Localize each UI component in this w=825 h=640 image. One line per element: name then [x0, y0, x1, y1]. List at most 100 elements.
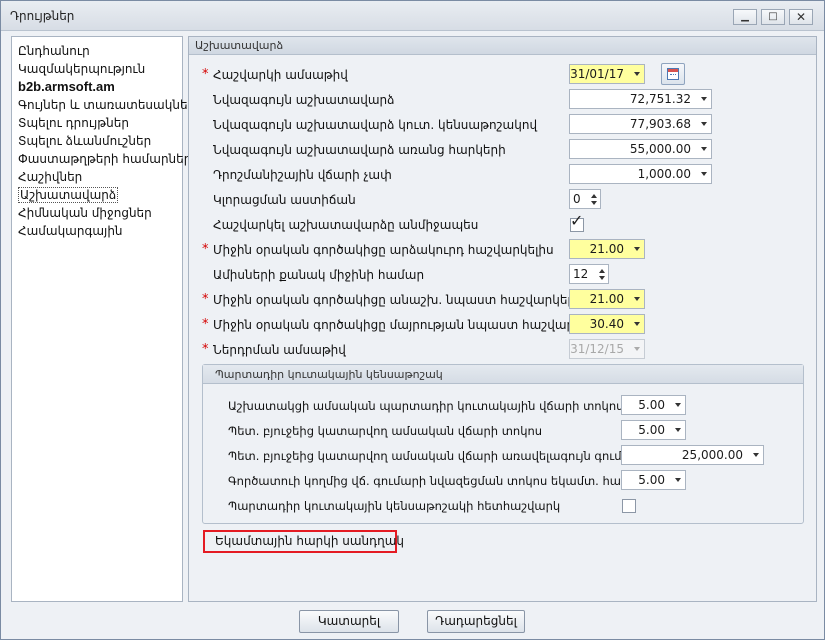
stamp-fee-field[interactable]: 1,000.00 [569, 164, 712, 184]
sidebar-item-general[interactable]: Ընդհանուր [12, 42, 182, 60]
min-salary-pension-row: Նվազագույն աշխատավարձ կուտ. կենսաթոշակով… [189, 113, 816, 137]
state-rate-label: Պետ. բյուջեից կատարվող ամսական վճարի տոկ… [228, 424, 543, 438]
state-cap-row: Պետ. բյուջեից կատարվող ամսական վճարի առա… [203, 444, 803, 468]
chevron-down-icon [634, 347, 640, 351]
sidebar-item-accounts[interactable]: Հաշիվներ [12, 168, 182, 186]
sidebar-item-document-numbers[interactable]: Փաստաթղթերի համարներ [12, 150, 191, 168]
state-cap-label: Պետ. բյուջեից կատարվող ամսական վճարի առա… [228, 449, 641, 463]
avg-daily-vacation-row: * Միջին օրական գործակիցը արձակուրդ հաշվա… [189, 238, 816, 262]
chevron-down-icon [634, 322, 640, 326]
avg-daily-vacation-field[interactable]: 21.00 [569, 239, 645, 259]
months-count-stepper[interactable]: 12 [569, 264, 609, 284]
settings-sidebar: Ընդհանուր Կազմակերպություն b2b.armsoft.a… [11, 36, 195, 602]
monitoring-checkbox[interactable] [622, 499, 636, 513]
chevron-down-icon [701, 122, 707, 126]
state-rate-field[interactable]: 5.00 [621, 420, 686, 440]
maximize-icon: □ [768, 11, 778, 22]
min-salary-no-tax-field[interactable]: 55,000.00 [569, 139, 712, 159]
pension-group: Պարտադիր կուտակային կենսաթոշակ Աշխատակցի… [202, 364, 804, 524]
required-marker: * [202, 242, 209, 257]
min-salary-no-tax-row: Նվազագույն աշխատավարձ առանց հարկերի 55,0… [189, 138, 816, 162]
spin-up-icon[interactable] [591, 194, 597, 198]
cancel-button[interactable]: Դադարեցնել [427, 610, 525, 633]
minimize-icon: ▁ [741, 11, 749, 22]
chevron-down-icon [753, 453, 759, 457]
min-salary-row: Նվազագույն աշխատավարձ 72,751.32 [189, 88, 816, 112]
ok-button[interactable]: Կատարել [299, 610, 399, 633]
chevron-down-icon [675, 428, 681, 432]
settings-window: Դրույթներ ▁ □ ✕ Ընդհանուր Կազմակերպությո… [0, 0, 825, 640]
months-count-label: Ամիսների քանակ միջինի համար [213, 268, 425, 282]
sidebar-item-print-settings[interactable]: Տպելու դրույթներ [12, 114, 182, 132]
rounding-row: Կլորացման աստիճան 0 [189, 188, 816, 212]
employee-rate-field[interactable]: 5.00 [621, 395, 686, 415]
calc-immediately-row: Հաշվարկել աշխատավարձը անմիջապես ✓ [189, 213, 816, 237]
checkmark-icon: ✓ [570, 211, 584, 230]
income-tax-scale-link[interactable]: Եկամտային հարկի սանդղակ [203, 530, 404, 553]
avg-daily-maternity-field[interactable]: 30.40 [569, 314, 645, 334]
min-salary-field[interactable]: 72,751.32 [569, 89, 712, 109]
chevron-down-icon [675, 478, 681, 482]
rounding-label: Կլորացման աստիճան [213, 193, 356, 207]
employee-rate-row: Աշխատակցի ամսական պարտադիր կուտակային վճ… [203, 394, 803, 418]
chevron-down-icon [701, 147, 707, 151]
stamp-fee-row: Դրոշմանիշային վճարի չափ 1,000.00 [189, 163, 816, 187]
calc-date-row: * Հաշվարկի ամսաթիվ 31/01/17 [189, 63, 816, 87]
avg-daily-maternity-label: Միջին օրական գործակիցը մայրության նպաստ … [213, 318, 608, 332]
import-date-label: Ներդրման ամսաթիվ [213, 343, 346, 357]
avg-daily-sick-field[interactable]: 21.00 [569, 289, 645, 309]
employer-rate-row: Գործատուի կողմից վճ. գումարի նվազեցման տ… [203, 469, 803, 493]
window-title: Դրույթներ [10, 9, 75, 23]
payroll-panel: Աշխատավարձ * Հաշվարկի ամսաթիվ 31/01/17 Ն… [188, 36, 817, 602]
avg-daily-sick-row: * Միջին օրական գործակիցը անաշխ. նպաստ հա… [189, 288, 816, 312]
spin-down-icon[interactable] [591, 201, 597, 205]
sidebar-item-print-templates[interactable]: Տպելու ձևանմուշներ [12, 132, 182, 150]
calc-immediately-label: Հաշվարկել աշխատավարձը անմիջապես [213, 218, 479, 232]
employer-rate-label: Գործատուի կողմից վճ. գումարի նվազեցման տ… [228, 474, 651, 488]
close-icon: ✕ [795, 10, 807, 24]
sidebar-item-b2b[interactable]: b2b.armsoft.am [12, 78, 182, 96]
close-button[interactable]: ✕ [789, 9, 813, 25]
min-salary-pension-label: Նվազագույն աշխատավարձ կուտ. կենսաթոշակով [213, 118, 538, 132]
calc-immediately-checkbox[interactable]: ✓ [570, 213, 584, 232]
required-marker: * [202, 292, 209, 307]
min-salary-label: Նվազագույն աշխատավարձ [213, 93, 395, 107]
income-tax-scale-label: Եկամտային հարկի սանդղակ [215, 534, 405, 548]
stamp-fee-label: Դրոշմանիշային վճարի չափ [213, 168, 392, 182]
min-salary-pension-field[interactable]: 77,903.68 [569, 114, 712, 134]
minimize-button[interactable]: ▁ [733, 9, 757, 25]
min-salary-no-tax-label: Նվազագույն աշխատավարձ առանց հարկերի [213, 143, 506, 157]
months-count-row: Ամիսների քանակ միջինի համար 12 [189, 263, 816, 287]
sidebar-item-organization[interactable]: Կազմակերպություն [12, 60, 182, 78]
sidebar-item-colors-fonts[interactable]: Գույներ և տառատեսակներ [12, 96, 195, 114]
import-date-row: * Ներդրման ամսաթիվ 31/12/15 [189, 338, 816, 362]
employer-rate-field[interactable]: 5.00 [621, 470, 686, 490]
calc-date-field[interactable]: 31/01/17 [569, 64, 645, 84]
panel-header: Աշխատավարձ [189, 37, 816, 55]
chevron-down-icon [701, 172, 707, 176]
required-marker: * [202, 317, 209, 332]
spin-down-icon[interactable] [599, 276, 605, 280]
calendar-icon [667, 68, 679, 80]
monitoring-row: Պարտադիր կուտակային կենսաթոշակի հետհաշվա… [203, 494, 803, 518]
rounding-stepper[interactable]: 0 [569, 189, 601, 209]
calendar-button[interactable] [661, 63, 685, 85]
chevron-down-icon [634, 297, 640, 301]
pension-group-header: Պարտադիր կուտակային կենսաթոշակ [203, 365, 803, 384]
chevron-down-icon [634, 72, 640, 76]
avg-daily-maternity-row: * Միջին օրական գործակիցը մայրության նպաս… [189, 313, 816, 337]
employee-rate-label: Աշխատակցի ամսական պարտադիր կուտակային վճ… [228, 399, 624, 413]
sidebar-item-payroll[interactable]: Աշխատավարձ [12, 186, 182, 204]
avg-daily-sick-label: Միջին օրական գործակիցը անաշխ. նպաստ հաշվ… [213, 293, 586, 307]
spin-up-icon[interactable] [599, 269, 605, 273]
import-date-field: 31/12/15 [569, 339, 645, 359]
chevron-down-icon [701, 97, 707, 101]
avg-daily-vacation-label: Միջին օրական գործակիցը արձակուրդ հաշվարկ… [213, 243, 554, 257]
chevron-down-icon [634, 247, 640, 251]
sidebar-item-fixed-assets[interactable]: Հիմնական միջոցներ [12, 204, 182, 222]
required-marker: * [202, 342, 209, 357]
required-marker: * [202, 67, 209, 82]
state-cap-field[interactable]: 25,000.00 [621, 445, 764, 465]
sidebar-item-system[interactable]: Համակարգային [12, 222, 182, 240]
maximize-button[interactable]: □ [761, 9, 785, 25]
